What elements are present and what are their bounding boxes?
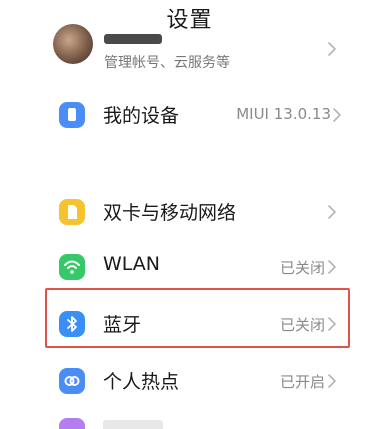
account-name-redacted	[104, 34, 162, 44]
my-device-row[interactable]: 我的设备 MIUI 13.0.13	[0, 92, 379, 138]
chevron-right-icon	[328, 374, 336, 388]
wlan-status: 已关闭	[279, 259, 325, 277]
chevron-right-icon	[328, 205, 336, 219]
page-title: 设置	[166, 8, 213, 33]
wlan-label: WLAN	[103, 253, 161, 275]
device-icon	[59, 102, 85, 128]
partial-row-label	[103, 420, 163, 429]
my-device-label: 我的设备	[103, 105, 180, 127]
avatar	[53, 24, 93, 64]
hotspot-row[interactable]: 个人热点 已开启	[0, 358, 379, 404]
miui-version: MIUI 13.0.13	[236, 105, 331, 123]
chevron-right-icon	[328, 260, 336, 274]
chevron-right-icon	[328, 42, 336, 56]
sim-card-icon	[59, 199, 85, 225]
hotspot-icon	[59, 368, 85, 394]
sim-network-label: 双卡与移动网络	[103, 202, 237, 224]
highlight-annotation	[45, 288, 350, 348]
settings-screen: 设置 管理帐号、云服务等 我的设备 MIUI 13.0.13 双卡与移动网络 W…	[0, 0, 379, 429]
wifi-icon	[59, 254, 85, 280]
chevron-right-icon	[333, 108, 341, 122]
hotspot-label: 个人热点	[103, 371, 180, 393]
hotspot-status: 已开启	[279, 373, 325, 391]
sim-network-row[interactable]: 双卡与移动网络	[0, 189, 379, 235]
wlan-row[interactable]: WLAN 已关闭	[0, 244, 379, 290]
account-subtitle: 管理帐号、云服务等	[104, 55, 230, 71]
partial-row-icon	[59, 418, 85, 429]
